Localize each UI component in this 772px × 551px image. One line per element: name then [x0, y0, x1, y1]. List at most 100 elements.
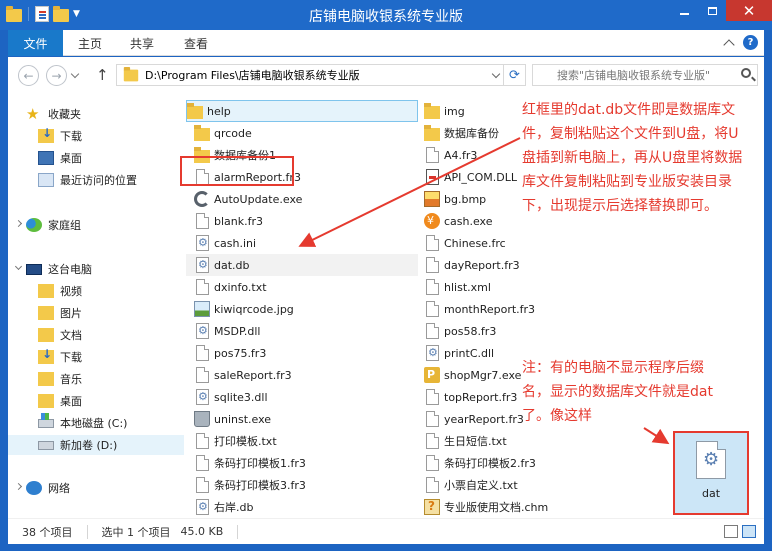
file-item[interactable]: 生日短信.txt: [424, 430, 507, 452]
file-item-dat-db[interactable]: dat.db: [186, 254, 418, 276]
file-item[interactable]: kiwiqrcode.jpg: [194, 298, 294, 320]
file-item[interactable]: yearReport.fr3: [424, 408, 524, 430]
address-bar[interactable]: D:\Program Files\店铺电脑收银系统专业版 ⟳: [116, 64, 526, 86]
nav-downloads[interactable]: 下载: [38, 347, 82, 367]
large-icons-view-icon[interactable]: [742, 525, 756, 538]
file-item[interactable]: pos58.fr3: [424, 320, 496, 342]
nav-favorites[interactable]: ★ 收藏夹: [26, 104, 81, 124]
computer-icon: [26, 263, 42, 275]
file-item[interactable]: AutoUpdate.exe: [194, 188, 302, 210]
file-item[interactable]: dayReport.fr3: [424, 254, 520, 276]
back-button[interactable]: ←: [18, 65, 39, 86]
recent-locations-dropdown-icon[interactable]: [70, 69, 80, 79]
homegroup-expander-icon[interactable]: [14, 219, 23, 228]
nav-fav-recent[interactable]: 最近访问的位置: [38, 170, 137, 190]
file-item[interactable]: 数据库备份: [424, 122, 499, 144]
file-item[interactable]: saleReport.fr3: [194, 364, 292, 386]
file-item[interactable]: cash.ini: [194, 232, 256, 254]
file-item[interactable]: MSDP.dll: [194, 320, 260, 342]
document-icon: [426, 323, 439, 339]
file-item[interactable]: API_COM.DLL: [424, 166, 517, 188]
document-icon: [426, 235, 439, 251]
nav-drive-d[interactable]: 新加卷 (D:): [38, 435, 117, 455]
tab-file[interactable]: 文件: [8, 30, 63, 56]
file-item[interactable]: qrcode: [194, 122, 252, 144]
nav-pictures[interactable]: 图片: [38, 303, 82, 323]
tab-share[interactable]: 共享: [130, 30, 154, 56]
status-bar: 38 个项目 选中 1 个项目 45.0 KB: [8, 518, 764, 544]
folder-icon: [424, 102, 440, 119]
network-icon: [26, 481, 42, 495]
forward-button[interactable]: →: [46, 65, 67, 86]
shop-app-icon: [424, 367, 440, 383]
file-item[interactable]: topReport.fr3: [424, 386, 517, 408]
search-icon: [741, 68, 751, 78]
tab-view[interactable]: 查看: [184, 30, 208, 56]
star-icon: ★: [26, 105, 40, 123]
tab-home[interactable]: 主页: [78, 30, 102, 56]
maximize-icon: [707, 6, 717, 15]
nav-fav-downloads[interactable]: 下载: [38, 126, 82, 146]
image-icon: [194, 301, 210, 317]
file-item[interactable]: bg.bmp: [424, 188, 486, 210]
nav-homegroup[interactable]: 家庭组: [26, 215, 81, 235]
address-dropdown-icon[interactable]: [491, 69, 501, 79]
nav-videos[interactable]: 视频: [38, 281, 82, 301]
file-item[interactable]: pos75.fr3: [194, 342, 266, 364]
nav-documents[interactable]: 文档: [38, 325, 82, 345]
nav-fav-desktop[interactable]: 桌面: [38, 148, 82, 168]
file-item[interactable]: blank.fr3: [194, 210, 263, 232]
file-item[interactable]: hlist.xml: [424, 276, 491, 298]
nav-drive-c[interactable]: 本地磁盘 (C:): [38, 412, 127, 433]
nav-this-pc[interactable]: 这台电脑: [26, 259, 92, 279]
up-button[interactable]: ↑: [96, 66, 109, 84]
file-item[interactable]: printC.dll: [424, 342, 494, 364]
dll-file-icon: [426, 169, 439, 185]
expand-ribbon-icon[interactable]: [723, 38, 735, 51]
file-item[interactable]: shopMgr7.exe: [424, 364, 521, 386]
file-item[interactable]: uninst.exe: [194, 408, 271, 430]
item-count: 38 个项目: [22, 525, 73, 539]
navigation-bar: ← → ↑ D:\Program Files\店铺电脑收银系统专业版 ⟳ 搜索"…: [8, 57, 764, 93]
document-icon: [426, 411, 439, 427]
file-item[interactable]: 小票自定义.txt: [424, 474, 518, 496]
nav-music[interactable]: 音乐: [38, 369, 82, 389]
file-item[interactable]: 专业版使用文档.chm: [424, 496, 548, 518]
nav-desktop[interactable]: 桌面: [38, 391, 82, 411]
desktop-folder-icon: [38, 394, 54, 408]
document-icon: [196, 279, 209, 295]
window-title: 店铺电脑收银系统专业版: [309, 9, 463, 25]
file-item[interactable]: 打印模板.txt: [194, 430, 277, 452]
dat-tile-label: dat: [701, 487, 721, 500]
maximize-button[interactable]: [698, 0, 726, 21]
settings-file-icon: [196, 235, 209, 251]
help-file-icon: [424, 499, 440, 515]
desktop-icon: [38, 151, 54, 165]
file-item[interactable]: Chinese.frc: [424, 232, 506, 254]
help-icon[interactable]: ?: [743, 35, 758, 50]
file-item[interactable]: A4.fr3: [424, 144, 477, 166]
details-view-icon[interactable]: [724, 525, 738, 538]
thispc-expander-icon[interactable]: [14, 262, 23, 271]
network-expander-icon[interactable]: [14, 482, 23, 491]
file-item[interactable]: 条码打印模板3.fr3: [194, 474, 306, 496]
search-input[interactable]: 搜索"店铺电脑收银系统专业版": [532, 64, 758, 86]
nav-network[interactable]: 网络: [26, 478, 70, 498]
file-item[interactable]: dxinfo.txt: [194, 276, 267, 298]
file-item[interactable]: monthReport.fr3: [424, 298, 535, 320]
dll-file-icon: [196, 323, 209, 339]
document-icon: [426, 301, 439, 317]
file-item[interactable]: 右岸.db: [194, 496, 253, 518]
address-path: D:\Program Files\店铺电脑收银系统专业版: [145, 69, 360, 82]
file-item[interactable]: 条码打印模板2.fr3: [424, 452, 536, 474]
file-item[interactable]: 条码打印模板1.fr3: [194, 452, 306, 474]
minimize-icon: [679, 12, 689, 15]
file-item[interactable]: help: [186, 100, 418, 122]
minimize-button[interactable]: [670, 0, 698, 21]
file-item[interactable]: cash.exe: [424, 210, 493, 232]
homegroup-icon: [26, 218, 42, 232]
close-button[interactable]: ✕: [726, 0, 772, 21]
file-item[interactable]: sqlite3.dll: [194, 386, 268, 408]
file-item[interactable]: img: [424, 100, 465, 122]
refresh-button[interactable]: ⟳: [503, 65, 525, 85]
